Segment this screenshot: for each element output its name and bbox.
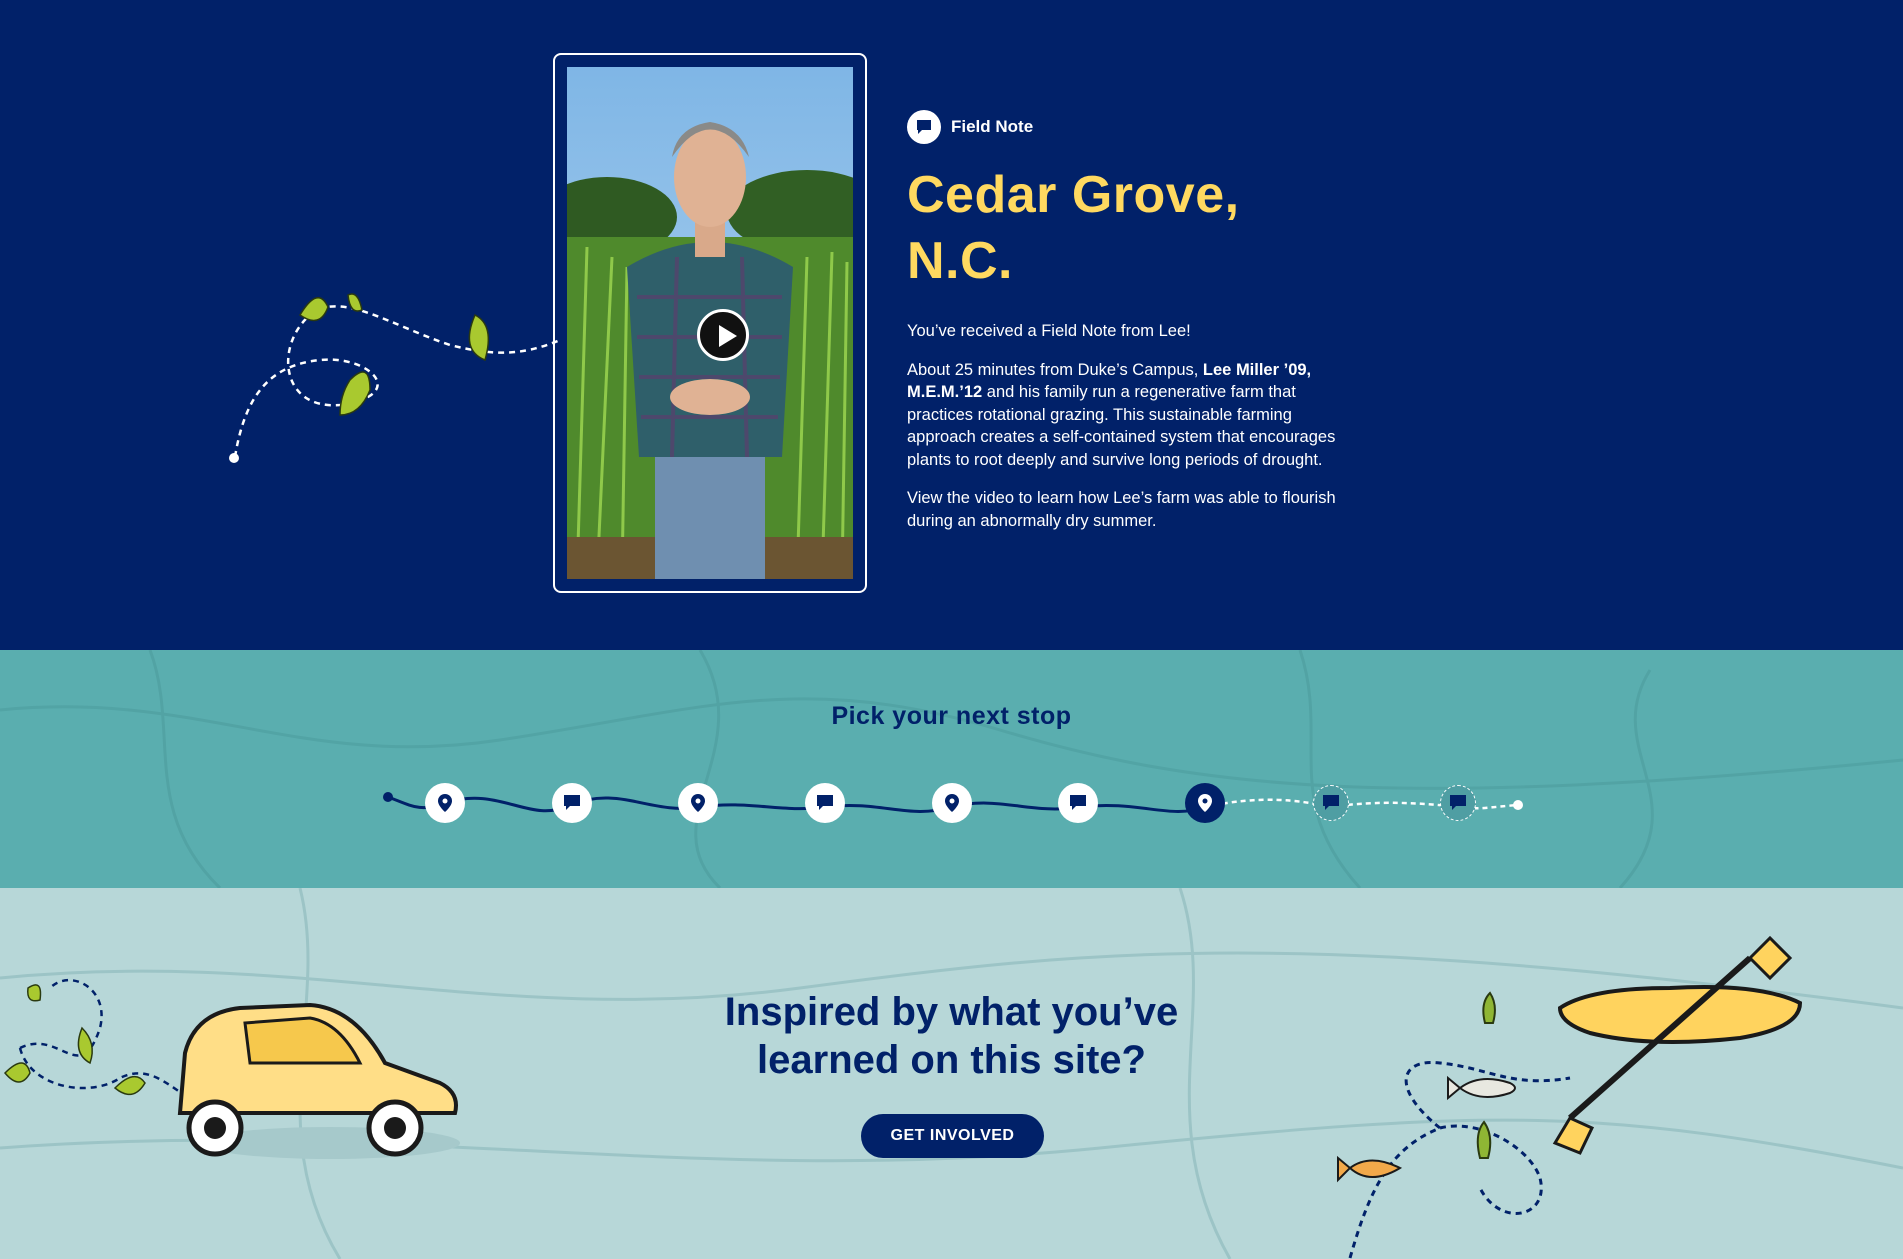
map-pin-icon [1198, 794, 1212, 812]
speech-bubble-icon [1323, 795, 1339, 810]
video-player[interactable] [553, 53, 867, 593]
speech-bubble-icon [564, 795, 580, 810]
video-thumbnail [567, 67, 853, 579]
speech-bubble-icon [1070, 795, 1086, 810]
section-title: Pick your next stop [831, 702, 1072, 730]
stop-location-1[interactable] [425, 783, 465, 823]
intro-text: You’ve received a Field Note from Lee! [907, 322, 1191, 340]
body-text: About 25 minutes from Duke’s Campus, Lee… [907, 360, 1336, 469]
next-stop-section: Pick your next stop [0, 650, 1903, 888]
stop-note-3[interactable] [1058, 783, 1098, 823]
map-pin-icon [691, 794, 705, 812]
field-note-content: Field Note Cedar Grove, N.C. You’ve rece… [907, 110, 1347, 548]
page-title: Cedar Grove, N.C. [907, 166, 1240, 290]
map-texture [0, 650, 1903, 888]
stop-location-current[interactable] [1185, 783, 1225, 823]
map-pin-icon [945, 794, 959, 812]
field-note-label: Field Note [951, 117, 1034, 136]
get-involved-button[interactable]: GET INVOLVED [861, 1114, 1044, 1158]
stop-location-2[interactable] [678, 783, 718, 823]
stop-location-3[interactable] [932, 783, 972, 823]
speech-bubble-icon [817, 795, 833, 810]
play-button[interactable] [697, 309, 749, 361]
stop-note-upcoming-2[interactable] [1440, 785, 1476, 821]
speech-bubble-icon [907, 110, 941, 144]
get-involved-section: Inspired by what you’ve learned on this … [0, 888, 1903, 1259]
video-cta-text: View the video to learn how Lee’s farm w… [907, 489, 1336, 530]
field-note-eyebrow: Field Note [907, 110, 1347, 144]
seaweed-icon [1476, 991, 1496, 1159]
stop-note-2[interactable] [805, 783, 845, 823]
speech-bubble-icon [1450, 795, 1466, 810]
stop-note-upcoming-1[interactable] [1313, 785, 1349, 821]
map-pin-icon [438, 794, 452, 812]
stop-note-1[interactable] [552, 783, 592, 823]
field-note-section: Field Note Cedar Grove, N.C. You’ve rece… [0, 0, 1903, 650]
leaf-trail-illustration [229, 293, 561, 463]
kayak-illustration [1337, 935, 1803, 1259]
